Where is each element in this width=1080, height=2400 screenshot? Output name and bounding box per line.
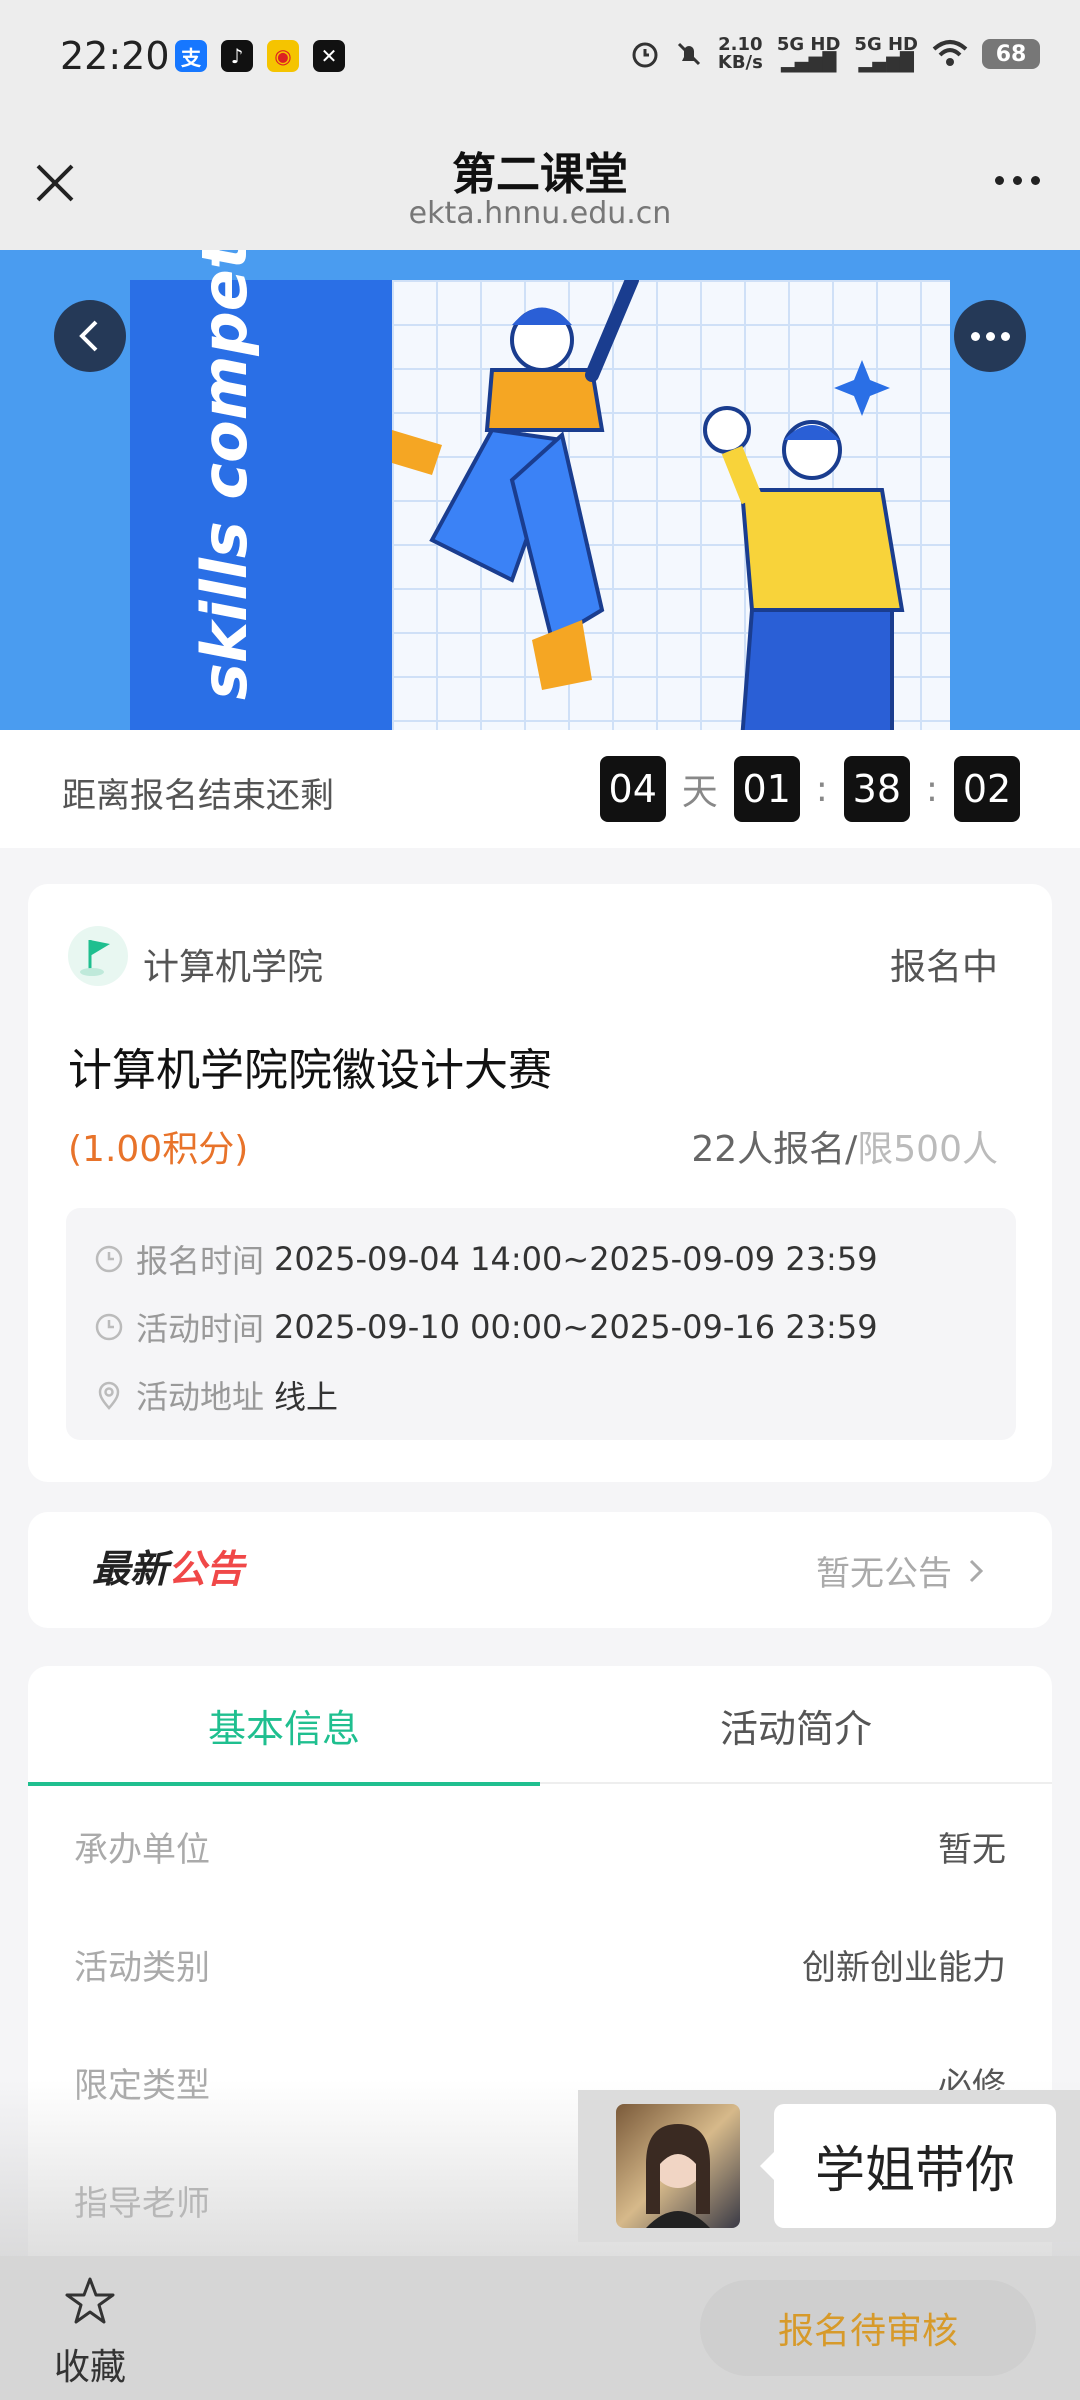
time-separator: : bbox=[925, 768, 938, 810]
activity-info-card: 计算机学院 报名中 计算机学院院徽设计大赛 (1.00积分) 22人报名/限50… bbox=[28, 884, 1052, 1482]
activity-address-value: 线上 bbox=[274, 1378, 339, 1416]
countdown-label: 距离报名结束还剩 bbox=[62, 776, 334, 816]
tab-bar: 基本信息 活动简介 bbox=[28, 1666, 1052, 1786]
announcement-logo-part2: 公告 bbox=[168, 1547, 245, 1591]
banner-back-button[interactable] bbox=[54, 300, 126, 372]
more-menu-icon[interactable] bbox=[995, 176, 1040, 185]
promo-bubble[interactable]: 学姐带你 bbox=[760, 2104, 1056, 2228]
info-row-key: 活动类别 bbox=[74, 1948, 210, 1988]
day-unit: 天 bbox=[681, 772, 718, 813]
page-url: ekta.hnnu.edu.cn bbox=[408, 196, 672, 231]
banner-grid bbox=[382, 273, 950, 730]
signup-time-label: 报名时间 bbox=[136, 1242, 265, 1280]
signup-count-text: 22人报名/ bbox=[691, 1129, 858, 1170]
time-separator: : bbox=[815, 768, 828, 810]
signal-2: 5G HD ▂▄▆█ bbox=[854, 36, 918, 72]
activity-time-value: 2025-09-10 00:00~2025-09-16 23:59 bbox=[274, 1308, 878, 1346]
signup-time-value: 2025-09-04 14:00~2025-09-09 23:59 bbox=[274, 1240, 878, 1278]
clock: 22:20 bbox=[60, 34, 170, 78]
info-row-organizer: 承办单位 暂无 bbox=[28, 1784, 1052, 1902]
bottom-action-bar: 收藏 报名待审核 bbox=[0, 2256, 1080, 2400]
star-icon bbox=[65, 2277, 115, 2324]
wifi-icon bbox=[932, 40, 968, 66]
announcement-logo: 最新公告 bbox=[92, 1538, 244, 1593]
announcement-card[interactable]: 最新公告 暂无公告 bbox=[28, 1512, 1052, 1628]
signal-bars-icon: ▂▄▆█ bbox=[780, 52, 837, 73]
banner-left-panel: skills competition bbox=[130, 250, 392, 730]
banner-more-button[interactable] bbox=[954, 300, 1026, 372]
organizer-name: 计算机学院 bbox=[143, 947, 324, 988]
location-pin-icon bbox=[98, 1381, 120, 1410]
status-badge: 报名中 bbox=[889, 947, 998, 988]
signup-count: 22人报名/限500人 bbox=[691, 1120, 998, 1172]
page-title: 第二课堂 bbox=[452, 149, 628, 200]
banner-text: skills competition bbox=[188, 250, 261, 700]
countdown-seconds: 02 bbox=[954, 756, 1020, 822]
announcement-text: 暂无公告 bbox=[816, 1554, 952, 1594]
alarm-icon bbox=[632, 42, 658, 68]
time-location-box: 报名时间 2025-09-04 14:00~2025-09-09 23:59 活… bbox=[66, 1208, 1016, 1440]
banner-image: skills competition bbox=[130, 250, 950, 730]
notification-icons: 支 ♪ ◉ ✕ bbox=[175, 40, 345, 72]
nav-bar: 第二课堂 ekta.hnnu.edu.cn bbox=[0, 110, 1080, 250]
apply-status-button[interactable]: 报名待审核 bbox=[700, 2280, 1036, 2376]
activity-points: (1.00积分) bbox=[68, 1129, 249, 1170]
net-speed-unit: KB/s bbox=[717, 52, 763, 73]
tab-basic-info[interactable]: 基本信息 bbox=[28, 1666, 540, 1786]
info-row-category: 活动类别 创新创业能力 bbox=[28, 1902, 1052, 2020]
countdown-bar: 距离报名结束还剩 04 天 01 : 38 : 02 bbox=[0, 730, 1080, 848]
battery-indicator: 68 bbox=[982, 39, 1040, 69]
flag-icon bbox=[68, 926, 128, 986]
illustration bbox=[382, 273, 905, 730]
signal-1: 5G HD ▂▄▆█ bbox=[777, 36, 841, 72]
info-row-value: 创新创业能力 bbox=[802, 1948, 1006, 1988]
info-row-value: 暂无 bbox=[938, 1830, 1006, 1870]
activity-title: 计算机学院院徽设计大赛 bbox=[68, 1045, 552, 1096]
alipay-icon: 支 bbox=[175, 40, 207, 72]
clock-icon bbox=[95, 1245, 123, 1273]
countdown-minutes: 38 bbox=[843, 756, 910, 822]
status-bar: 22:20 支 ♪ ◉ ✕ 2.10 KB/s 5G HD ▂▄▆█ 5G HD ▂… bbox=[0, 0, 1080, 110]
system-icons: 2.10 KB/s 5G HD ▂▄▆█ 5G HD ▂▄▆█ 68 bbox=[630, 36, 1040, 72]
countdown-days: 04 bbox=[599, 756, 666, 822]
activity-time-row: 活动时间 2025-09-10 00:00~2025-09-16 23:59 bbox=[94, 1304, 878, 1350]
activity-banner: skills competition bbox=[0, 250, 1080, 730]
countdown-timer: 04 天 01 : 38 : 02 bbox=[599, 756, 1020, 822]
net-speed: 2.10 KB/s bbox=[718, 36, 763, 72]
signal-bars-icon: ▂▄▆█ bbox=[858, 52, 914, 73]
info-row-key: 承办单位 bbox=[74, 1830, 210, 1870]
tiktok-icon: ♪ bbox=[221, 40, 253, 72]
favorite-label: 收藏 bbox=[53, 2347, 126, 2388]
favorite-button[interactable]: 收藏 bbox=[48, 2274, 132, 2390]
chevron-left-icon bbox=[79, 320, 98, 352]
avatar[interactable] bbox=[616, 2104, 740, 2228]
tab-activity-intro[interactable]: 活动简介 bbox=[540, 1666, 1052, 1784]
weibo-icon: ◉ bbox=[267, 40, 299, 72]
capcut-icon: ✕ bbox=[313, 40, 345, 72]
signup-time-row: 报名时间 2025-09-04 14:00~2025-09-09 23:59 bbox=[94, 1236, 878, 1282]
announcement-logo-part1: 最新 bbox=[92, 1547, 169, 1591]
floating-promo[interactable]: 学姐带你 bbox=[578, 2090, 1080, 2242]
announcement-link[interactable]: 暂无公告 bbox=[816, 1546, 986, 1595]
countdown-hours: 01 bbox=[733, 756, 800, 822]
activity-time-label: 活动时间 bbox=[136, 1310, 265, 1348]
clock-icon bbox=[95, 1313, 123, 1341]
activity-address-row: 活动地址 线上 bbox=[94, 1372, 338, 1418]
chevron-right-icon bbox=[969, 1559, 984, 1582]
activity-address-label: 活动地址 bbox=[136, 1378, 265, 1416]
mute-bell-icon bbox=[677, 42, 700, 66]
signup-limit: 限500人 bbox=[857, 1129, 998, 1170]
